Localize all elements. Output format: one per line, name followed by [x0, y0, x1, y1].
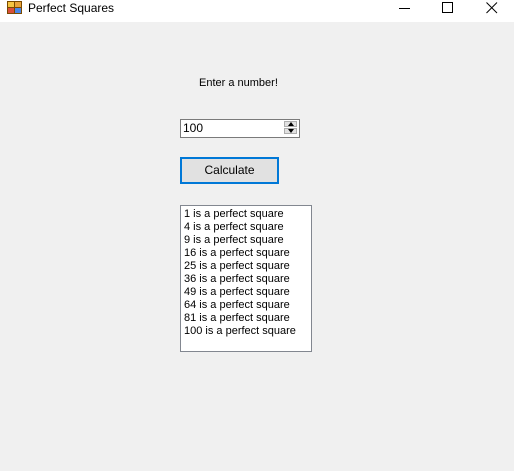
list-item[interactable]: 64 is a perfect square [184, 299, 311, 312]
list-item[interactable]: 4 is a perfect square [184, 221, 311, 234]
list-item[interactable]: 100 is a perfect square [184, 325, 311, 338]
results-listbox[interactable]: 1 is a perfect square 4 is a perfect squa… [180, 205, 312, 352]
minimize-button[interactable] [382, 0, 428, 16]
list-item[interactable]: 25 is a perfect square [184, 260, 311, 273]
app-icon [7, 1, 22, 14]
calculate-button[interactable]: Calculate [180, 157, 279, 184]
spin-down-button[interactable] [284, 128, 297, 134]
close-button[interactable] [469, 0, 514, 16]
list-item[interactable]: 81 is a perfect square [184, 312, 311, 325]
title-bar[interactable]: Perfect Squares [0, 0, 514, 22]
list-item[interactable]: 16 is a perfect square [184, 247, 311, 260]
maximize-icon [442, 2, 453, 13]
maximize-button[interactable] [425, 0, 471, 16]
close-icon [486, 2, 498, 14]
arrow-down-icon [288, 129, 294, 133]
window-title: Perfect Squares [28, 1, 115, 15]
number-spinner[interactable] [284, 121, 298, 136]
minimize-icon [399, 8, 410, 9]
arrow-up-icon [288, 122, 294, 126]
list-item[interactable]: 1 is a perfect square [184, 208, 311, 221]
number-input[interactable]: 100 [180, 119, 300, 138]
list-item[interactable]: 49 is a perfect square [184, 286, 311, 299]
spin-up-button[interactable] [284, 121, 297, 127]
list-item[interactable]: 9 is a perfect square [184, 234, 311, 247]
app-window: Perfect Squares Enter a number! 100 Calc… [0, 0, 514, 471]
number-input-value[interactable]: 100 [183, 121, 203, 136]
list-item[interactable]: 36 is a perfect square [184, 273, 311, 286]
prompt-label: Enter a number! [199, 77, 278, 89]
